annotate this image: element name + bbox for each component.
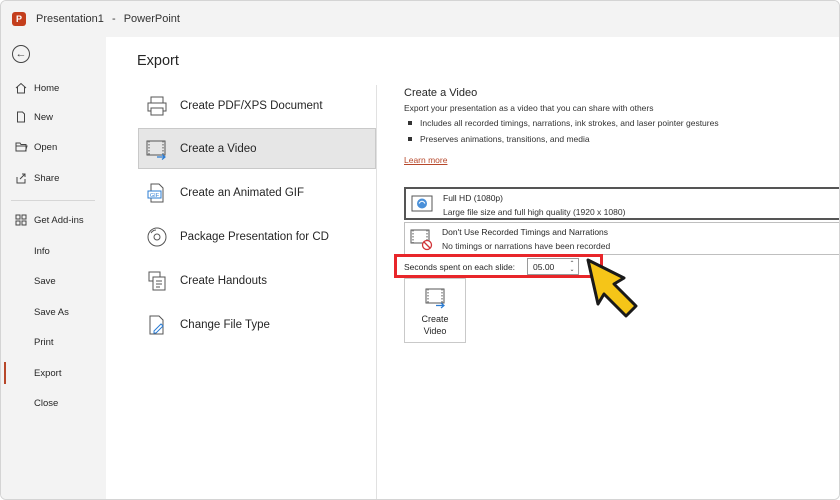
option-label: Create Handouts bbox=[180, 274, 267, 287]
sidebar-item-label: Save bbox=[34, 275, 56, 287]
option-change-file-type[interactable]: Change File Type bbox=[138, 304, 376, 345]
sidebar-item-label: Share bbox=[34, 172, 60, 184]
svg-text:GIF: GIF bbox=[150, 192, 160, 198]
detail-bullet: Preserves animations, transitions, and m… bbox=[408, 134, 590, 144]
grid-icon bbox=[13, 214, 29, 226]
window-title: Presentation1 - PowerPoint bbox=[36, 13, 180, 25]
sidebar-item-label: Close bbox=[34, 397, 59, 409]
sidebar-item-label: Get Add-ins bbox=[34, 214, 84, 226]
app-name: PowerPoint bbox=[123, 13, 180, 25]
pointer-arrow-icon bbox=[586, 258, 638, 318]
sidebar-item-get-add-ins[interactable]: Get Add-ins bbox=[1, 207, 106, 233]
video-quality-dropdown[interactable]: Full HD (1080p) Large file size and full… bbox=[404, 187, 839, 220]
backstage-sidebar: ← Home New Open Share Get Add-ins Info S… bbox=[1, 37, 106, 499]
page-title: Export bbox=[137, 53, 179, 69]
timings-dropdown[interactable]: Don't Use Recorded Timings and Narration… bbox=[404, 222, 839, 255]
spin-down-icon[interactable]: ⌄ bbox=[569, 267, 574, 273]
sidebar-item-save-as[interactable]: Save As bbox=[1, 299, 106, 325]
sidebar-item-open[interactable]: Open bbox=[1, 134, 106, 160]
bullet-dot bbox=[408, 137, 412, 141]
video-icon bbox=[144, 136, 170, 162]
sidebar-item-label: Print bbox=[34, 336, 54, 348]
seconds-value: 05.00 bbox=[533, 261, 555, 272]
pane-divider bbox=[376, 85, 377, 499]
learn-more-link[interactable]: Learn more bbox=[404, 155, 447, 165]
sidebar-item-label: New bbox=[34, 111, 54, 123]
option-create-video[interactable]: Create a Video bbox=[138, 128, 376, 169]
option-create-animated-gif[interactable]: GIF Create an Animated GIF bbox=[138, 172, 376, 213]
sidebar-item-label: Save As bbox=[34, 306, 69, 318]
share-icon bbox=[13, 172, 29, 184]
sidebar-item-share[interactable]: Share bbox=[1, 165, 106, 191]
option-create-pdf-xps[interactable]: Create PDF/XPS Document bbox=[138, 85, 376, 126]
create-video-label-line2: Video bbox=[423, 326, 447, 336]
sidebar-item-save[interactable]: Save bbox=[1, 268, 106, 294]
spinner-arrows[interactable]: ⌃ ⌄ bbox=[568, 259, 576, 274]
sidebar-item-print[interactable]: Print bbox=[1, 329, 106, 355]
pdf-printer-icon bbox=[144, 93, 170, 119]
sidebar-item-export[interactable]: Export bbox=[1, 360, 106, 386]
option-label: Create a Video bbox=[180, 142, 257, 155]
video-icon bbox=[424, 287, 448, 309]
create-video-label-line1: Create bbox=[421, 314, 449, 324]
no-timings-icon bbox=[410, 227, 433, 251]
monitor-quality-icon bbox=[411, 193, 433, 215]
sidebar-item-home[interactable]: Home bbox=[1, 75, 106, 101]
app-window: P Presentation1 - PowerPoint ← Home New … bbox=[0, 0, 840, 500]
option-label: Create an Animated GIF bbox=[180, 186, 305, 199]
quality-subtitle: Large file size and full high quality (1… bbox=[443, 207, 626, 217]
bullet-text: Preserves animations, transitions, and m… bbox=[420, 134, 590, 144]
timings-title: Don't Use Recorded Timings and Narration… bbox=[442, 227, 609, 237]
title-separator: - bbox=[111, 13, 116, 25]
document-name: Presentation1 bbox=[36, 13, 104, 25]
sidebar-item-label: Export bbox=[34, 367, 62, 379]
sidebar-item-new[interactable]: New bbox=[1, 104, 106, 130]
cd-icon bbox=[144, 224, 170, 250]
new-file-icon bbox=[13, 111, 29, 123]
title-bar: P Presentation1 - PowerPoint bbox=[1, 1, 839, 37]
handouts-icon bbox=[144, 268, 170, 294]
bullet-text: Includes all recorded timings, narration… bbox=[420, 118, 719, 128]
sidebar-divider bbox=[11, 200, 95, 201]
sidebar-item-close[interactable]: Close bbox=[1, 390, 106, 416]
create-video-label: Create Video bbox=[405, 313, 465, 337]
option-package-for-cd[interactable]: Package Presentation for CD bbox=[138, 216, 376, 257]
detail-title: Create a Video bbox=[404, 87, 478, 99]
seconds-per-slide-label: Seconds spent on each slide: bbox=[404, 262, 516, 272]
powerpoint-logo-icon: P bbox=[12, 12, 26, 26]
option-create-handouts[interactable]: Create Handouts bbox=[138, 260, 376, 301]
sidebar-item-label: Home bbox=[34, 82, 60, 94]
option-label: Change File Type bbox=[180, 318, 270, 331]
folder-open-icon bbox=[13, 141, 29, 153]
detail-description: Export your presentation as a video that… bbox=[404, 103, 654, 113]
export-pane: Export Create PDF/XPS Document Create a … bbox=[106, 37, 839, 499]
back-arrow-icon[interactable]: ← bbox=[12, 45, 30, 63]
detail-bullet: Includes all recorded timings, narration… bbox=[408, 118, 719, 128]
option-label: Package Presentation for CD bbox=[180, 230, 329, 243]
home-icon bbox=[13, 82, 29, 94]
timings-subtitle: No timings or narrations have been recor… bbox=[442, 241, 611, 251]
bullet-dot bbox=[408, 121, 412, 125]
sidebar-item-label: Open bbox=[34, 141, 58, 153]
create-video-button[interactable]: Create Video bbox=[404, 278, 466, 343]
seconds-per-slide-spinner[interactable]: 05.00 ⌃ ⌄ bbox=[527, 258, 579, 275]
sidebar-item-label: Info bbox=[34, 245, 50, 257]
file-type-icon bbox=[144, 312, 170, 338]
quality-title: Full HD (1080p) bbox=[443, 193, 503, 203]
sidebar-item-info[interactable]: Info bbox=[1, 238, 106, 264]
gif-icon: GIF bbox=[144, 180, 170, 206]
option-label: Create PDF/XPS Document bbox=[180, 99, 323, 112]
